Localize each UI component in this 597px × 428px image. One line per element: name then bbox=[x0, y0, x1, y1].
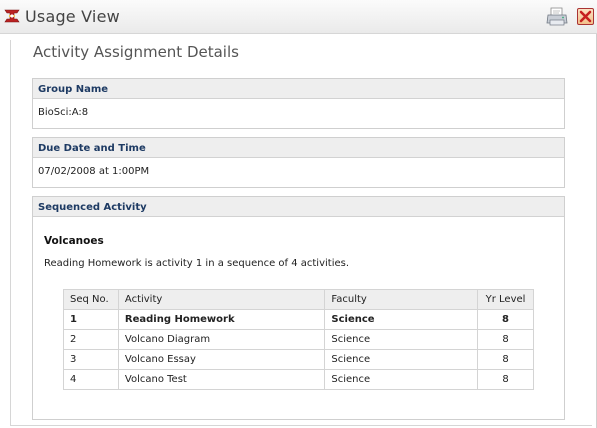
cell-seq-no: 1 bbox=[63, 309, 119, 330]
cell-activity: Reading Homework bbox=[117, 309, 326, 330]
close-button[interactable] bbox=[577, 8, 594, 25]
table-header-row: Seq No. Activity Faculty Yr Level bbox=[63, 289, 534, 310]
column-header-yr-level: Yr Level bbox=[477, 289, 534, 310]
due-date-panel: Due Date and Time 07/02/2008 at 1:00PM bbox=[32, 137, 565, 188]
cell-activity: Volcano Diagram bbox=[117, 329, 326, 350]
cell-faculty: Science bbox=[324, 369, 479, 390]
cell-faculty: Science bbox=[324, 329, 479, 350]
due-date-value: 07/02/2008 at 1:00PM bbox=[38, 166, 150, 177]
cell-yr-level: 8 bbox=[477, 349, 534, 370]
cell-seq-no: 3 bbox=[63, 349, 119, 370]
cell-yr-level: 8 bbox=[477, 369, 534, 390]
cell-activity: Volcano Essay bbox=[117, 349, 326, 370]
due-date-label: Due Date and Time bbox=[33, 138, 564, 158]
group-name-label: Group Name bbox=[33, 79, 564, 99]
sequenced-activity-panel: Sequenced Activity Volcanoes Reading Hom… bbox=[32, 196, 565, 420]
title-bar: Usage View bbox=[0, 0, 597, 34]
page-title: Activity Assignment Details bbox=[33, 43, 239, 61]
app-logo-icon bbox=[3, 7, 21, 25]
table-row: 3 Volcano Essay Science 8 bbox=[63, 349, 534, 370]
window-title: Usage View bbox=[25, 7, 120, 26]
cell-faculty: Science bbox=[324, 309, 479, 330]
cell-faculty: Science bbox=[324, 349, 479, 370]
cell-activity: Volcano Test bbox=[117, 369, 326, 390]
group-name-panel: Group Name BioSci:A:8 bbox=[32, 78, 565, 129]
table-row: 4 Volcano Test Science 8 bbox=[63, 369, 534, 390]
usage-view-window: Usage View Activity Assignment Details G… bbox=[0, 0, 597, 428]
cell-yr-level: 8 bbox=[477, 329, 534, 350]
table-row: 2 Volcano Diagram Science 8 bbox=[63, 329, 534, 350]
sequence-table: Seq No. Activity Faculty Yr Level 1 Read… bbox=[63, 289, 534, 390]
column-header-activity: Activity bbox=[117, 289, 326, 310]
cell-seq-no: 2 bbox=[63, 329, 119, 350]
cell-yr-level: 8 bbox=[477, 309, 534, 330]
close-icon bbox=[579, 10, 592, 23]
column-header-faculty: Faculty bbox=[324, 289, 479, 310]
cell-seq-no: 4 bbox=[63, 369, 119, 390]
table-row: 1 Reading Homework Science 8 bbox=[63, 309, 534, 330]
group-name-value: BioSci:A:8 bbox=[38, 107, 89, 118]
printer-icon[interactable] bbox=[546, 7, 568, 27]
sequenced-activity-label: Sequenced Activity bbox=[33, 197, 564, 217]
column-header-seq-no: Seq No. bbox=[63, 289, 119, 310]
sequence-description: Reading Homework is activity 1 in a sequ… bbox=[44, 258, 350, 269]
sequence-title: Volcanoes bbox=[44, 235, 104, 247]
